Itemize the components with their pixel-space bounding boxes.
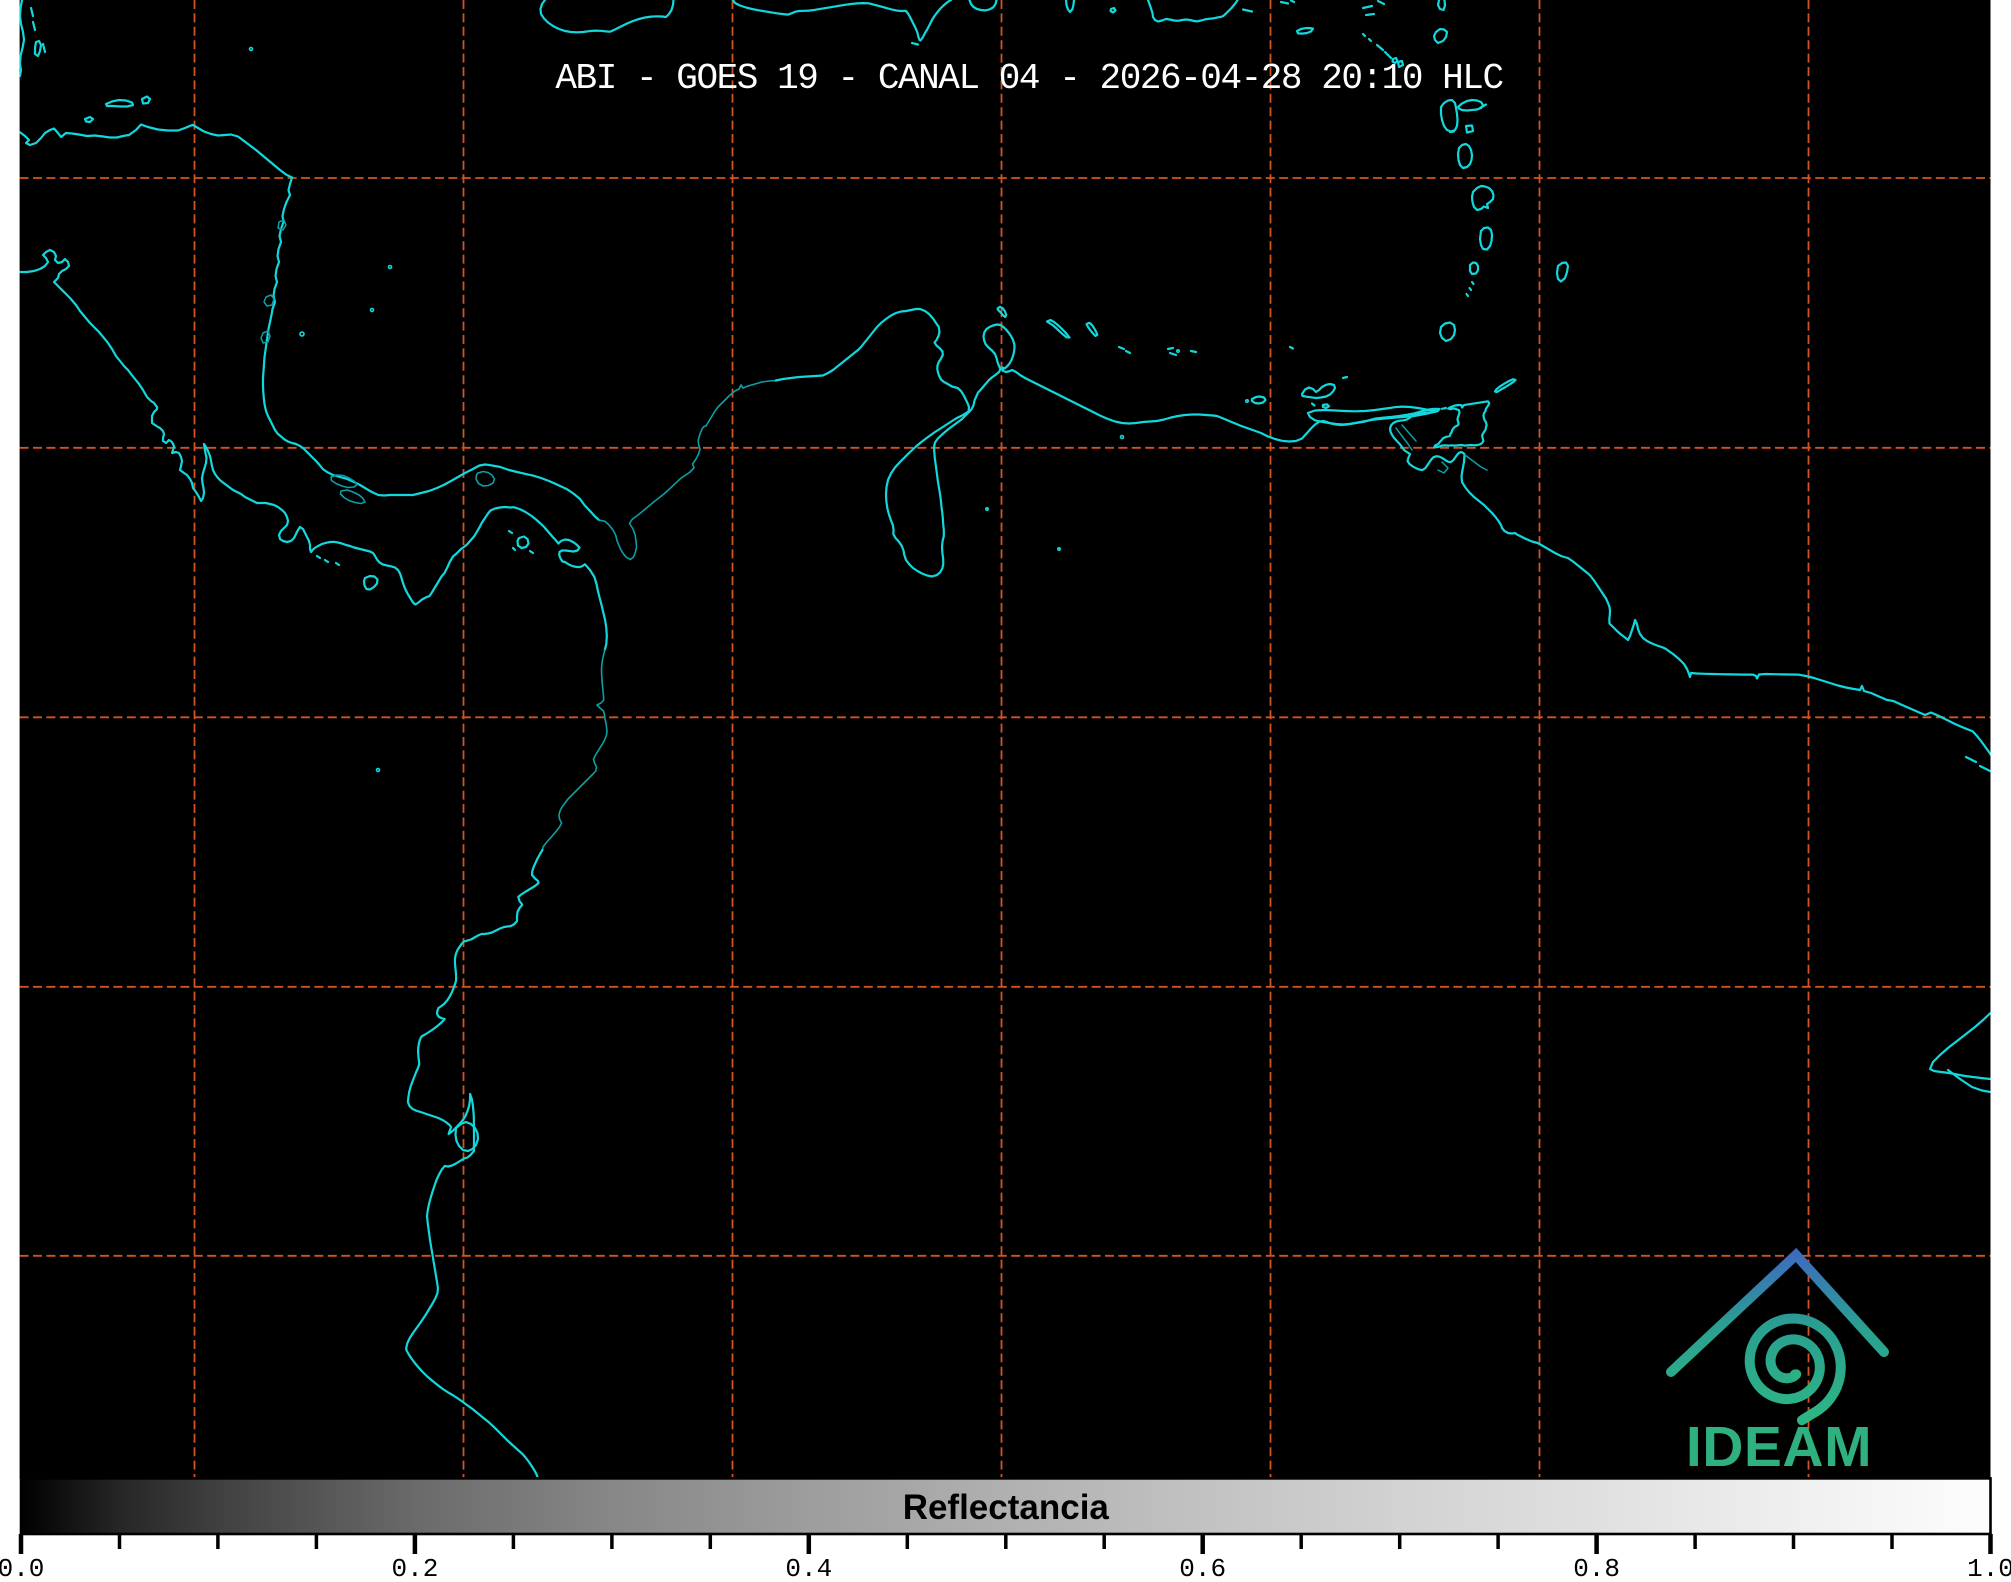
svg-text:0.2: 0.2 [391,1554,438,1577]
svg-text:Reflectancia: Reflectancia [903,1488,1110,1527]
svg-text:1.0: 1.0 [1967,1554,2011,1577]
svg-text:0.4: 0.4 [785,1554,832,1577]
svg-text:0.0: 0.0 [0,1554,44,1577]
svg-text:ABI - GOES 19 - CANAL 04 - 202: ABI - GOES 19 - CANAL 04 - 2026-04-28 20… [555,58,1503,99]
svg-text:0.8: 0.8 [1573,1554,1620,1577]
svg-text:0.6: 0.6 [1179,1554,1226,1577]
svg-text:IDEAM: IDEAM [1686,1415,1872,1479]
